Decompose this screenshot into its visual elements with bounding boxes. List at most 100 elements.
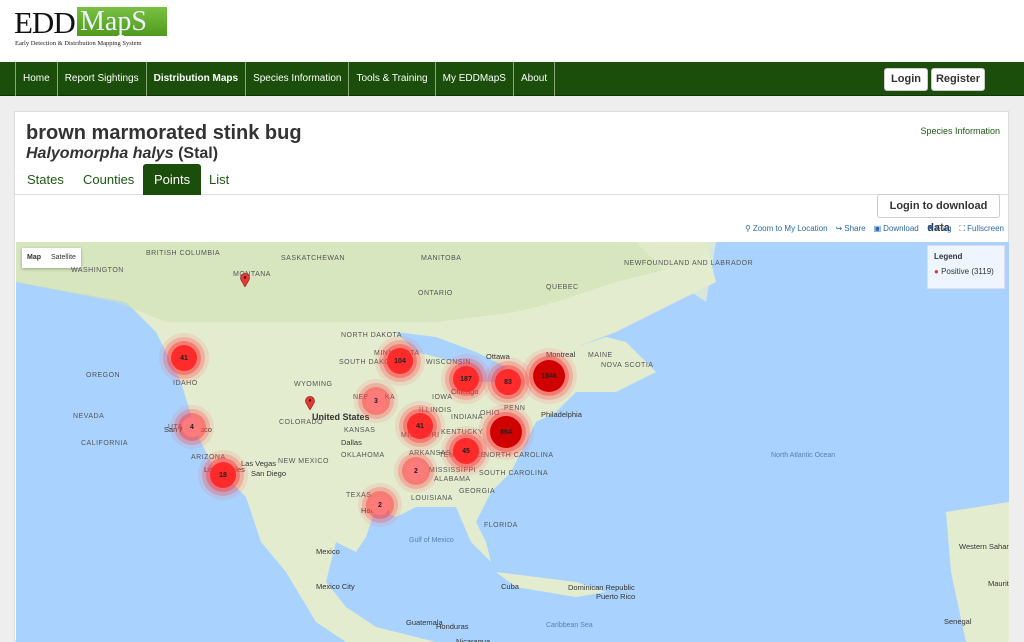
map-cluster[interactable]: 104: [387, 348, 413, 374]
legend-title: Legend: [934, 252, 963, 261]
map-region-label: ONTARIO: [418, 290, 453, 297]
map-cluster[interactable]: 41: [171, 345, 197, 371]
map-marker-icon[interactable]: [305, 396, 315, 411]
tool-fullscreen[interactable]: ⛶ Fullscreen: [959, 224, 1004, 234]
tab-list[interactable]: List: [198, 164, 240, 195]
tool-flag[interactable]: ⚑ Flag: [927, 224, 952, 234]
legend-entry: ● Positive (3119): [934, 267, 998, 276]
tab-counties[interactable]: Counties: [72, 164, 145, 195]
map-cluster[interactable]: 187: [453, 366, 479, 392]
map-cluster[interactable]: 864: [490, 416, 522, 448]
map-region-label: LOUISIANA: [411, 495, 453, 502]
register-button[interactable]: Register: [931, 68, 985, 91]
map-region-label: OREGON: [86, 372, 121, 379]
map-region-label: KENTUCKY: [441, 429, 484, 436]
main-nav: Home Report Sightings Distribution Maps Spe…: [0, 62, 1024, 96]
map-city-label: Ottawa: [486, 352, 510, 361]
map-region-label: NEWFOUNDLAND AND LABRADOR: [624, 260, 754, 267]
map-type-map[interactable]: Map: [22, 248, 46, 268]
map-region-label: IOWA: [432, 394, 453, 401]
nav-item-species-information[interactable]: Species Information: [246, 62, 350, 96]
map-region-label: OHIO: [480, 410, 500, 417]
map-city-label: Mexico City: [316, 582, 355, 591]
map-marker-icon[interactable]: [240, 273, 250, 288]
map-tools: ⚲ Zoom to My Location ↪ Share ▣ Download ⚑ Flag…: [745, 224, 1004, 234]
map-cluster[interactable]: 2: [406, 461, 426, 481]
map-cluster[interactable]: 3: [366, 391, 386, 411]
tool-share[interactable]: ↪ Share: [836, 224, 866, 234]
map-region-label: QUEBEC: [546, 284, 579, 291]
nav-item-home[interactable]: Home: [16, 62, 58, 96]
nav-item-distribution-maps[interactable]: Distribution Maps: [147, 62, 247, 96]
legend-entry-label: Positive (3119): [941, 267, 994, 276]
tool-label: Zoom to My Location: [752, 224, 828, 233]
map-region-label: Mauritania: [988, 579, 1009, 588]
map-region-label: CALIFORNIA: [81, 440, 129, 447]
map-region-label: GEORGIA: [459, 488, 496, 495]
map-region-label: Senegal: [944, 617, 972, 626]
login-button[interactable]: Login: [884, 68, 928, 91]
tool-label: Flag: [935, 224, 952, 233]
map-region-label: WISCONSIN: [426, 359, 471, 366]
map-region-label: NEVADA: [73, 413, 105, 420]
map-cluster[interactable]: 18: [210, 462, 236, 488]
nav-item-my-eddmaps[interactable]: My EDDMapS: [436, 62, 514, 96]
nav-item-report-sightings[interactable]: Report Sightings: [58, 62, 147, 96]
map-pin-icon: ⚲: [744, 224, 751, 233]
map-region-label: Puerto Rico: [596, 592, 636, 601]
logo-tagline: Early Detection & Distribution Mapping S…: [15, 40, 142, 47]
map-region-label: MONTANA: [233, 271, 271, 278]
image-icon: ▣: [873, 224, 882, 233]
map-region-label: Gulf of Mexico: [409, 537, 454, 544]
map-region-label: MISSISSIPPI: [429, 467, 477, 474]
tool-label: Share: [844, 224, 866, 233]
map-region-label: Nicaragua: [456, 637, 491, 642]
map-region-label: Dominican Republic: [568, 583, 635, 592]
species-panel: brown marmorated stink bug Halyomorpha h…: [14, 111, 1009, 642]
map-city-label: Philadelphia: [541, 410, 582, 419]
map-region-label: NORTH CAROLINA: [484, 452, 554, 459]
tool-download[interactable]: ▣ Download: [874, 224, 919, 234]
map-region-label: INDIANA: [451, 414, 483, 421]
map-type-satellite[interactable]: Satellite: [46, 248, 81, 268]
map-cluster[interactable]: 2: [370, 495, 390, 515]
map-cluster[interactable]: 41: [407, 413, 433, 439]
map-region-label: KANSAS: [344, 427, 376, 434]
nav-item-tools-training[interactable]: Tools & Training: [349, 62, 436, 96]
map-type-control: Map Satellite: [22, 248, 81, 268]
distribution-map[interactable]: Map Satellite BRITISH COLUMBIA SASKATCHEW…: [16, 242, 1009, 642]
authority: (Stal): [178, 145, 219, 162]
map-cluster[interactable]: 1846: [533, 360, 565, 392]
map-region-label: SASKATCHEWAN: [281, 255, 345, 262]
map-region-label: PENN: [504, 405, 526, 412]
map-region-label: SOUTH CAROLINA: [479, 470, 549, 477]
tab-points[interactable]: Points: [143, 164, 202, 195]
map-cluster[interactable]: 45: [453, 438, 479, 464]
map-cluster[interactable]: 83: [495, 369, 521, 395]
map-region-label: BRITISH COLUMBIA: [146, 250, 221, 257]
map-city-label: Las Vegas: [241, 459, 277, 468]
map-region-label: NEW MEXICO: [278, 458, 329, 465]
flag-icon: ⚑: [926, 224, 934, 233]
nav-item-about[interactable]: About: [514, 62, 556, 96]
map-region-label: NOVA SCOTIA: [601, 362, 654, 369]
tool-zoom-to-my-location[interactable]: ⚲ Zoom to My Location: [745, 224, 828, 234]
scientific-name-text: Halyomorpha halys: [26, 145, 174, 162]
map-region-label: TEXAS: [346, 492, 372, 499]
map-region-label: Caribbean Sea: [546, 622, 593, 629]
map-region-label: Mexico: [316, 547, 340, 556]
map-region-label: Western Sahara: [959, 542, 1009, 551]
species-information-link[interactable]: Species Information: [920, 126, 1000, 136]
map-region-label: Cuba: [501, 582, 519, 591]
view-tabs: States Counties Points List: [15, 162, 1008, 195]
map-region-label: North Atlantic Ocean: [771, 452, 836, 459]
tab-states[interactable]: States: [16, 164, 75, 195]
map-region-label: NORTH DAKOTA: [341, 332, 402, 339]
login-to-download-button[interactable]: Login to download data: [877, 194, 1000, 234]
map-legend: Legend ● Positive (3119): [927, 245, 1005, 289]
page-title: brown marmorated stink bug: [26, 122, 302, 144]
map-cluster[interactable]: 4: [182, 417, 202, 437]
eddmaps-logo[interactable]: EDD MapS Early Detection & Distribution …: [14, 5, 167, 47]
map-region-label: FLORIDA: [484, 522, 518, 529]
scientific-name: Halyomorpha halys (Stal): [26, 145, 218, 163]
